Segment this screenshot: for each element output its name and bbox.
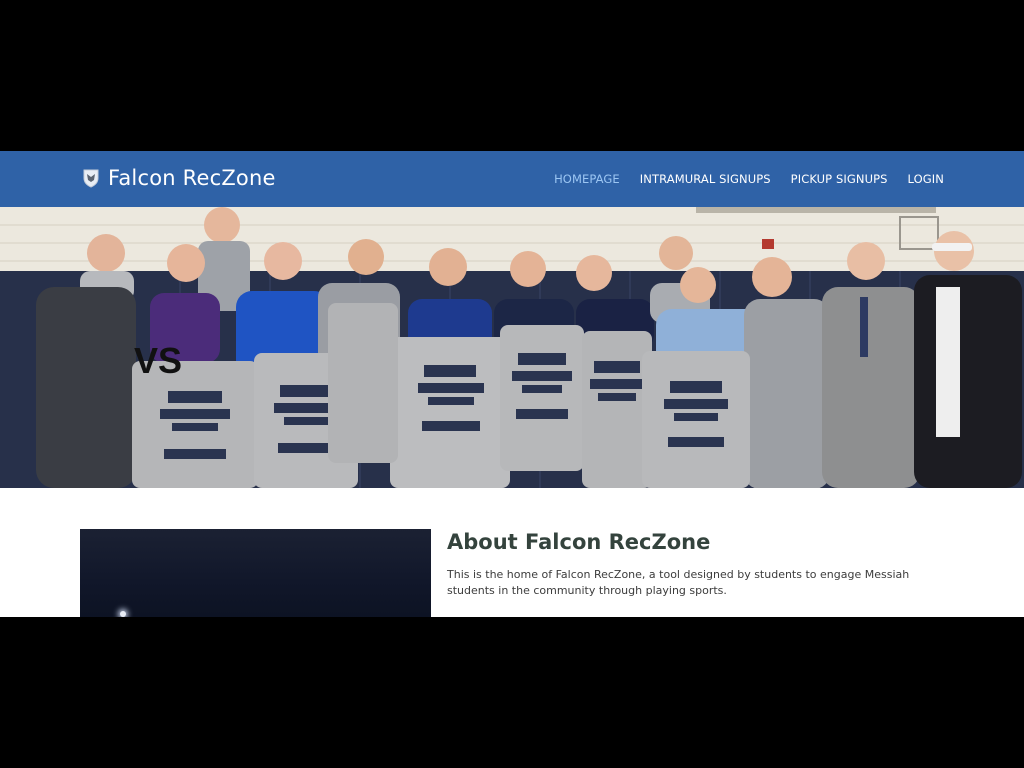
nav-link-login[interactable]: LOGIN xyxy=(908,172,944,186)
brand-name: Falcon RecZone xyxy=(108,166,276,190)
browser-viewport: Falcon RecZone HOMEPAGE INTRAMURAL SIGNU… xyxy=(0,151,1024,617)
brand-link[interactable]: Falcon RecZone xyxy=(82,163,276,193)
nav-menu: HOMEPAGE INTRAMURAL SIGNUPS PICKUP SIGNU… xyxy=(554,151,944,207)
nav-link-pickup-signups[interactable]: PICKUP SIGNUPS xyxy=(791,172,888,186)
navbar: Falcon RecZone HOMEPAGE INTRAMURAL SIGNU… xyxy=(0,151,1024,207)
about-section: About Falcon RecZone This is the home of… xyxy=(0,488,1024,617)
about-description: This is the home of Falcon RecZone, a to… xyxy=(447,568,910,597)
hero-vs-text: VS xyxy=(134,340,182,381)
hero-team-photo: VS xyxy=(0,207,1024,488)
stadium-light xyxy=(120,611,126,617)
about-photo xyxy=(80,529,431,617)
about-title: About Falcon RecZone xyxy=(447,530,711,554)
hero-photo: VS xyxy=(0,207,1024,488)
nav-link-homepage[interactable]: HOMEPAGE xyxy=(554,172,620,186)
falcon-shield-icon xyxy=(82,168,100,188)
nav-link-intramural-signups[interactable]: INTRAMURAL SIGNUPS xyxy=(640,172,771,186)
